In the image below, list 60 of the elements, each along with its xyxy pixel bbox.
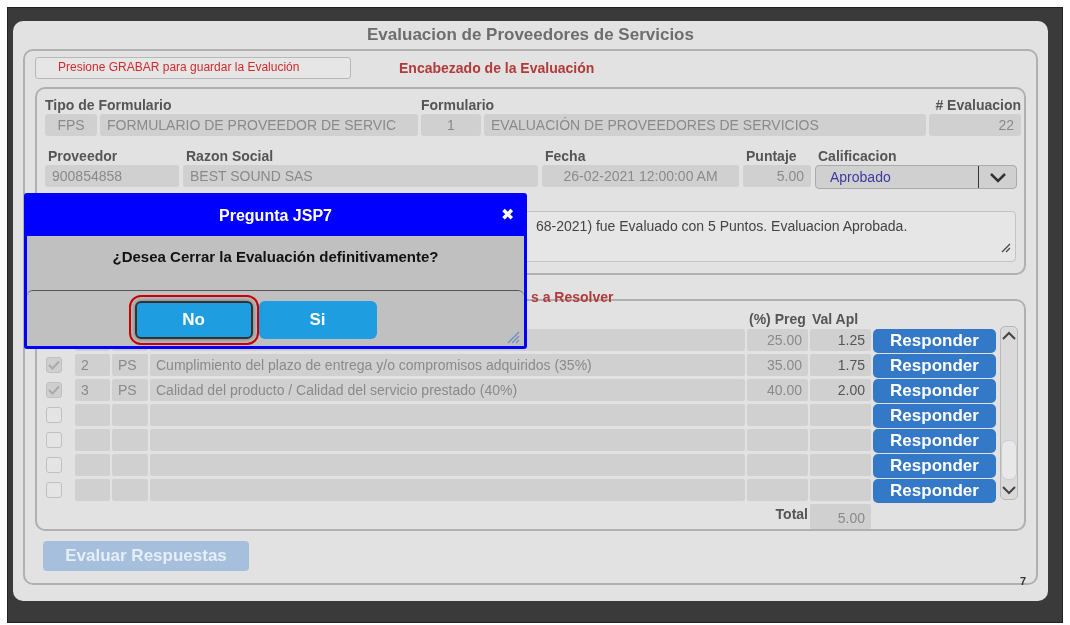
table-cell: 2.00 bbox=[810, 379, 871, 401]
table-cell: 3 bbox=[75, 379, 110, 401]
table-cell: 2 bbox=[75, 354, 110, 376]
checkbox[interactable] bbox=[46, 407, 62, 423]
respond-button[interactable]: Responder bbox=[873, 379, 996, 403]
text-field[interactable]: EVALUACIÓN DE PROVEEDORES DE SERVICIOS bbox=[484, 114, 926, 136]
table-cell: 1.75 bbox=[810, 354, 871, 376]
respond-button[interactable]: Responder bbox=[873, 354, 996, 378]
text-field[interactable]: 22 bbox=[929, 114, 1021, 136]
chevron-up-icon[interactable] bbox=[1002, 331, 1016, 340]
respond-button[interactable]: Responder bbox=[873, 454, 996, 478]
total-value: 5.00 bbox=[810, 504, 871, 529]
section-title: Encabezado de la Evaluación bbox=[399, 58, 595, 78]
section-title: s a Resolver bbox=[531, 289, 615, 305]
field-label: Puntaje bbox=[745, 148, 798, 165]
table-cell: 35.00 bbox=[747, 354, 808, 376]
field-label: Razon Social bbox=[185, 148, 275, 165]
text-field[interactable]: FPS bbox=[45, 114, 97, 136]
checkbox[interactable] bbox=[46, 432, 62, 448]
checkbox[interactable] bbox=[46, 457, 62, 473]
resize-grip-icon[interactable] bbox=[1001, 243, 1011, 254]
column-header: Val Apl bbox=[812, 310, 860, 329]
page-number: 7 bbox=[1019, 573, 1026, 589]
checkbox[interactable] bbox=[46, 357, 62, 373]
table-cell: 25.00 bbox=[747, 329, 808, 351]
text-field[interactable]: FORMULARIO DE PROVEEDOR DE SERVIC bbox=[100, 114, 418, 136]
total-label: Total bbox=[774, 505, 808, 524]
scrollbar[interactable] bbox=[1000, 326, 1018, 500]
table-cell: Calidad del producto / Calidad del servicio prestado (40%) bbox=[150, 379, 745, 401]
respond-button[interactable]: Responder bbox=[873, 429, 996, 453]
field-label: Proveedor bbox=[47, 148, 119, 165]
text-field[interactable]: 900854858 bbox=[45, 165, 179, 187]
chevron-down-icon[interactable] bbox=[1002, 486, 1016, 495]
field-label: Formulario bbox=[421, 97, 496, 114]
text-field[interactable]: 1 bbox=[421, 114, 481, 136]
column-header: (%) Preg bbox=[749, 310, 807, 329]
checkbox[interactable] bbox=[46, 382, 62, 398]
dialog-button[interactable]: Si bbox=[258, 301, 377, 339]
field-label: Tipo de Formulario bbox=[45, 97, 173, 114]
field-label: Calificacion bbox=[817, 148, 898, 165]
table-cell: 1.25 bbox=[810, 329, 871, 351]
notice-message: Presione GRABAR para guardar la Evalución bbox=[35, 57, 351, 79]
text-field[interactable]: BEST SOUND SAS bbox=[183, 165, 538, 187]
table-cell: PS bbox=[112, 354, 148, 376]
chevron-down-icon bbox=[988, 171, 1007, 183]
respond-button[interactable]: Responder bbox=[873, 479, 996, 503]
field-label: Fecha bbox=[544, 148, 587, 165]
resize-grip-icon[interactable] bbox=[506, 329, 520, 344]
respond-button[interactable]: Responder bbox=[873, 329, 996, 353]
scroll-thumb[interactable] bbox=[1001, 440, 1017, 480]
checkbox[interactable] bbox=[46, 482, 62, 498]
field-label: # Evaluacion bbox=[935, 97, 1021, 114]
table-cell: Cumplimiento del plazo de entrega y/o compromisos adquiridos (35%) bbox=[150, 354, 745, 376]
respond-button[interactable]: Responder bbox=[873, 404, 996, 428]
table-cell: PS bbox=[112, 379, 148, 401]
dropdown-field[interactable]: Aprobado bbox=[815, 165, 1017, 189]
text-field[interactable]: 26-02-2021 12:00:00 AM bbox=[542, 165, 739, 187]
window-title: Evaluacion de Proveedores de Servicios bbox=[366, 24, 695, 46]
table-cell: 40.00 bbox=[747, 379, 808, 401]
text-field[interactable]: 5.00 bbox=[743, 165, 811, 187]
